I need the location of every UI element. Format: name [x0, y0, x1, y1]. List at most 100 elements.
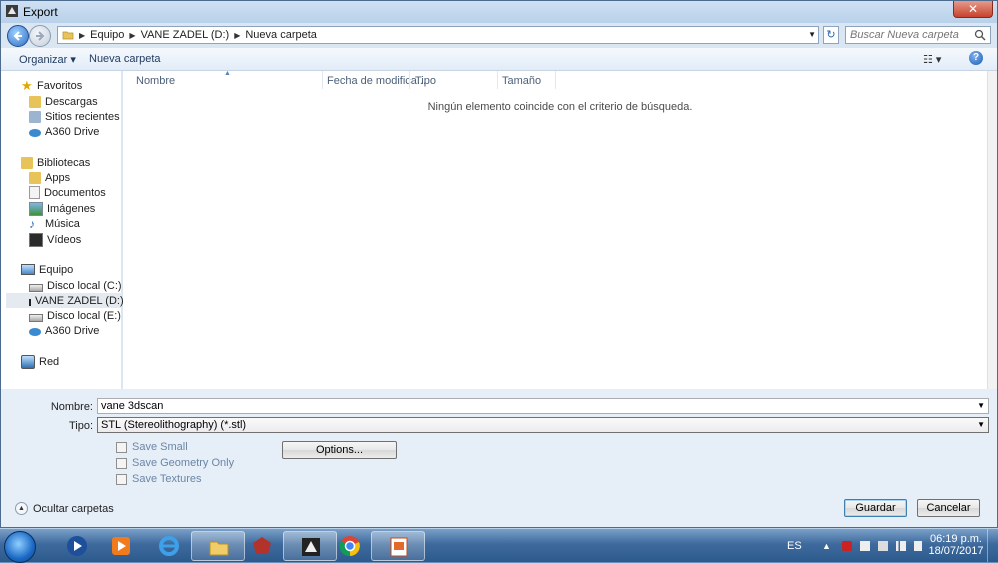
music-icon: ♪ — [29, 216, 35, 231]
usb-drive-icon — [29, 299, 31, 306]
search-input[interactable] — [850, 28, 970, 42]
chevron-down-icon[interactable]: ▼ — [808, 30, 816, 39]
crumb-folder[interactable]: Nueva carpeta — [245, 29, 317, 41]
column-tamano[interactable]: Tamaño — [502, 73, 541, 89]
taskbar-video-player[interactable] — [94, 531, 148, 561]
nav-item-sitios-recientes[interactable]: Sitios recientes — [29, 109, 120, 124]
network-signal-icon[interactable] — [896, 541, 906, 551]
column-divider[interactable] — [497, 71, 498, 89]
nav-item-label: Vídeos — [47, 233, 82, 246]
hide-folders-toggle[interactable]: ▲ Ocultar carpetas — [15, 502, 114, 515]
nav-item-musica[interactable]: ♪ Música — [29, 216, 80, 231]
nav-item-label: Documentos — [44, 186, 106, 199]
save-geometry-only-checkbox[interactable]: Save Geometry Only — [116, 457, 234, 469]
taskbar-3d-app[interactable] — [235, 531, 289, 561]
breadcrumb: ▶ Equipo ▶ VANE ZADEL (D:) ▶ Nueva carpe… — [62, 29, 317, 41]
nav-group-label: Favoritos — [37, 79, 83, 92]
chrome-icon — [339, 536, 360, 557]
volume-icon[interactable] — [914, 541, 922, 551]
nav-red[interactable]: Red — [21, 354, 59, 369]
crumb-equipo[interactable]: Equipo — [90, 29, 124, 41]
pictures-icon — [29, 201, 43, 216]
checkbox-box[interactable] — [116, 457, 127, 469]
notification-icon[interactable] — [878, 541, 888, 551]
column-fecha[interactable]: Fecha de modifica... — [327, 73, 426, 89]
chevron-down-icon[interactable]: ▼ — [977, 399, 985, 413]
crumb-drive[interactable]: VANE ZADEL (D:) — [141, 29, 230, 41]
nav-bibliotecas[interactable]: Bibliotecas — [21, 155, 90, 170]
column-divider[interactable] — [322, 71, 323, 89]
help-button[interactable]: ? — [969, 51, 983, 65]
close-button[interactable]: ✕ — [953, 1, 993, 18]
nav-item-documentos[interactable]: Documentos — [29, 185, 106, 200]
checkbox-label: Save Small — [132, 441, 188, 453]
media-player-icon — [67, 536, 87, 556]
nav-equipo[interactable]: Equipo — [21, 262, 73, 277]
presentation-icon — [390, 537, 408, 557]
clock[interactable]: 06:19 p.m. 18/07/2017 — [928, 533, 984, 557]
filetype-value: STL (Stereolithography) (*.stl) — [101, 419, 247, 431]
cloud-drive-icon — [29, 327, 41, 336]
column-tipo[interactable]: Tipo — [415, 73, 436, 89]
save-form: Nombre: vane 3dscan ▼ Tipo: STL (Stereol… — [1, 389, 997, 527]
language-indicator[interactable]: ES — [787, 540, 802, 552]
search-icon[interactable] — [974, 29, 986, 41]
arrow-right-icon — [36, 31, 45, 41]
organize-button[interactable]: Organizar ▾ — [19, 53, 76, 66]
chevron-up-icon: ▲ — [15, 502, 28, 515]
back-button[interactable] — [7, 25, 29, 47]
chevron-right-icon: ▶ — [79, 30, 86, 40]
start-button[interactable] — [4, 531, 36, 563]
nav-favoritos[interactable]: ★ Favoritos — [21, 78, 82, 93]
forward-button[interactable] — [29, 25, 51, 47]
flag-icon[interactable] — [860, 541, 870, 551]
vertical-scrollbar[interactable] — [987, 71, 997, 389]
save-button[interactable]: Guardar — [844, 499, 907, 517]
checkbox-box[interactable] — [116, 473, 127, 485]
nav-item-videos[interactable]: Vídeos — [29, 232, 81, 247]
checkbox-label: Save Geometry Only — [132, 457, 235, 469]
clock-time: 06:19 p.m. — [930, 533, 982, 545]
network-icon — [21, 354, 35, 369]
nav-item-disco-c[interactable]: Disco local (C:) — [29, 278, 122, 293]
filename-field[interactable]: vane 3dscan ▼ — [97, 398, 989, 414]
nav-item-imagenes[interactable]: Imágenes — [29, 201, 95, 216]
nav-item-label: Disco local (E:) — [47, 309, 121, 322]
nav-item-vane-zadel[interactable]: VANE ZADEL (D:) — [6, 293, 124, 308]
show-desktop-button[interactable] — [987, 529, 998, 562]
filetype-select[interactable]: STL (Stereolithography) (*.stl) ▼ — [97, 417, 989, 433]
chevron-right-icon: ▶ — [129, 30, 136, 40]
nav-item-descargas[interactable]: Descargas — [29, 94, 98, 109]
arrow-left-icon — [13, 31, 22, 41]
nav-item-apps[interactable]: Apps — [29, 170, 70, 185]
save-textures-checkbox[interactable]: Save Textures — [116, 473, 202, 485]
nav-item-label: Apps — [45, 171, 71, 184]
nav-item-label: Sitios recientes — [45, 110, 120, 123]
taskbar-internet-explorer[interactable] — [142, 531, 196, 561]
options-button[interactable]: Options... — [282, 441, 397, 459]
save-small-checkbox[interactable]: Save Small — [116, 441, 188, 453]
nav-item-disco-e[interactable]: Disco local (E:) — [29, 308, 121, 323]
filetype-label: Tipo: — [68, 420, 93, 432]
refresh-button[interactable]: ↻ — [823, 26, 839, 44]
computer-icon — [21, 264, 35, 275]
taskbar-presentation[interactable] — [371, 531, 425, 561]
show-hidden-icons-icon[interactable]: ▲ — [822, 541, 832, 551]
column-nombre[interactable]: Nombre — [136, 73, 175, 89]
taskbar-chrome[interactable] — [323, 531, 377, 561]
search-box[interactable] — [845, 26, 991, 44]
nav-item-a360-drive[interactable]: A360 Drive — [29, 124, 99, 139]
checkbox-box[interactable] — [116, 441, 127, 453]
recent-places-icon — [29, 110, 41, 123]
cancel-button[interactable]: Cancelar — [917, 499, 980, 517]
chevron-down-icon[interactable]: ▼ — [977, 418, 985, 432]
new-folder-button[interactable]: Nueva carpeta — [89, 53, 161, 65]
nav-item-a360-drive-2[interactable]: A360 Drive — [29, 323, 99, 338]
column-divider[interactable] — [555, 71, 556, 89]
clock-date: 18/07/2017 — [928, 545, 984, 557]
address-bar[interactable]: ▶ Equipo ▶ VANE ZADEL (D:) ▶ Nueva carpe… — [57, 26, 819, 44]
view-options-button[interactable]: ☷ ▾ — [923, 53, 941, 66]
nav-item-label: Música — [45, 217, 80, 230]
column-divider[interactable] — [409, 71, 410, 89]
security-icon[interactable] — [842, 541, 852, 551]
